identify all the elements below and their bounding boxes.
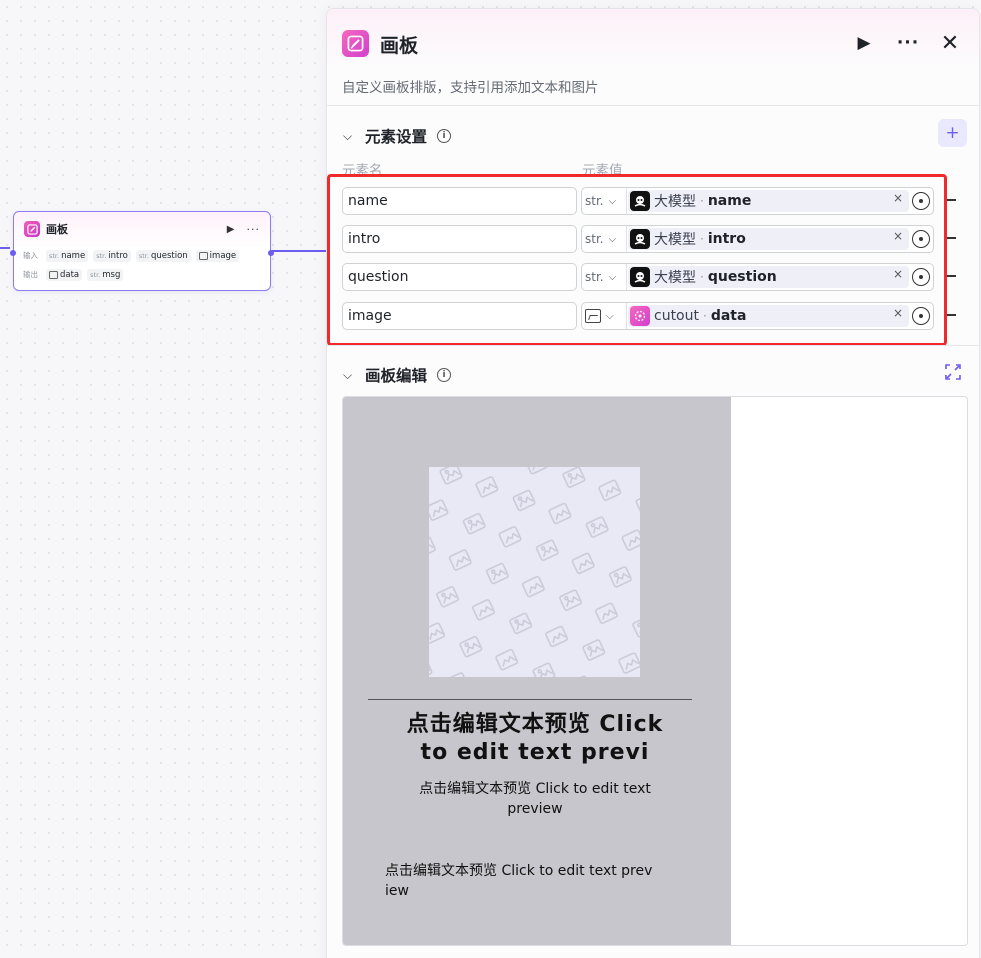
board-editor[interactable]: 点击编辑文本预览 Click to edit text previ 点击编辑文本… [342,396,968,946]
selection-highlight [327,174,947,346]
run-button[interactable]: ▶ [852,31,876,55]
node-inputs-row: 输入 str. name str. intro str. question image [14,246,270,265]
remove-element-button[interactable] [946,314,956,316]
board-divider-line[interactable] [368,699,692,700]
section-title: 画板编辑 [365,367,428,385]
run-icon[interactable]: ▶ [227,224,235,235]
input-tag-name: str. name [46,249,89,262]
elements-section-header[interactable]: ⌵ 元素设置 i [343,125,452,147]
remove-element-button[interactable] [946,199,956,201]
canvas-node-board[interactable]: 画板 ▶ ··· 输入 str. name str. intro str. quest… [10,211,274,291]
panel-description: 自定义画板排版，支持引用添加文本和图片 [342,80,599,96]
input-handle[interactable] [10,250,16,256]
more-button[interactable]: ··· [896,31,920,55]
remove-element-button[interactable] [946,237,956,239]
incoming-edge [0,247,10,249]
fullscreen-icon[interactable] [945,364,961,380]
chevron-down-icon[interactable]: ⌵ [343,368,355,383]
image-placeholder[interactable] [429,467,640,677]
section-title: 元素设置 [365,128,428,146]
chevron-down-icon[interactable]: ⌵ [343,129,355,144]
input-tag-question: str. question [135,249,191,262]
inputs-label: 输入 [23,251,38,260]
output-handle[interactable] [268,250,274,256]
more-icon[interactable]: ··· [247,223,261,236]
close-button[interactable]: ✕ [938,31,962,56]
section-divider [327,345,979,346]
node-title: 画板 [46,223,68,236]
node-settings-panel: 画板 ▶ ··· ✕ 自定义画板排版，支持引用添加文本和图片 ⌵ 元素设置 i … [326,8,980,958]
board-canvas[interactable]: 点击编辑文本预览 Click to edit text previ 点击编辑文本… [343,397,731,945]
board-text-block[interactable]: 点击编辑文本预览 Click to edit text preview [385,861,655,901]
input-tag-intro: str. intro [93,249,131,262]
remove-element-button[interactable] [946,275,956,277]
outputs-label: 输出 [23,270,38,279]
output-tag-data: data [46,268,83,281]
board-section-header[interactable]: ⌵ 画板编辑 i [343,364,452,386]
add-element-button[interactable]: + [938,119,967,147]
info-icon[interactable]: i [437,368,452,382]
board-icon [24,221,40,237]
output-tag-msg: str. msg [87,268,124,281]
board-icon [342,30,369,57]
panel-title: 画板 [380,35,419,57]
image-icon [49,270,58,279]
panel-header: 画板 ▶ ··· ✕ 自定义画板排版，支持引用添加文本和图片 [327,9,979,106]
node-outputs-row: 输出 data str. msg [14,265,270,284]
info-icon[interactable]: i [437,129,452,143]
input-tag-image: image [195,249,240,262]
connection-edge[interactable] [272,250,327,252]
image-icon [198,251,208,260]
board-text-block[interactable]: 点击编辑文本预览 Click to edit text preview [407,779,663,819]
board-text-title[interactable]: 点击编辑文本预览 Click to edit text previ [403,711,667,767]
